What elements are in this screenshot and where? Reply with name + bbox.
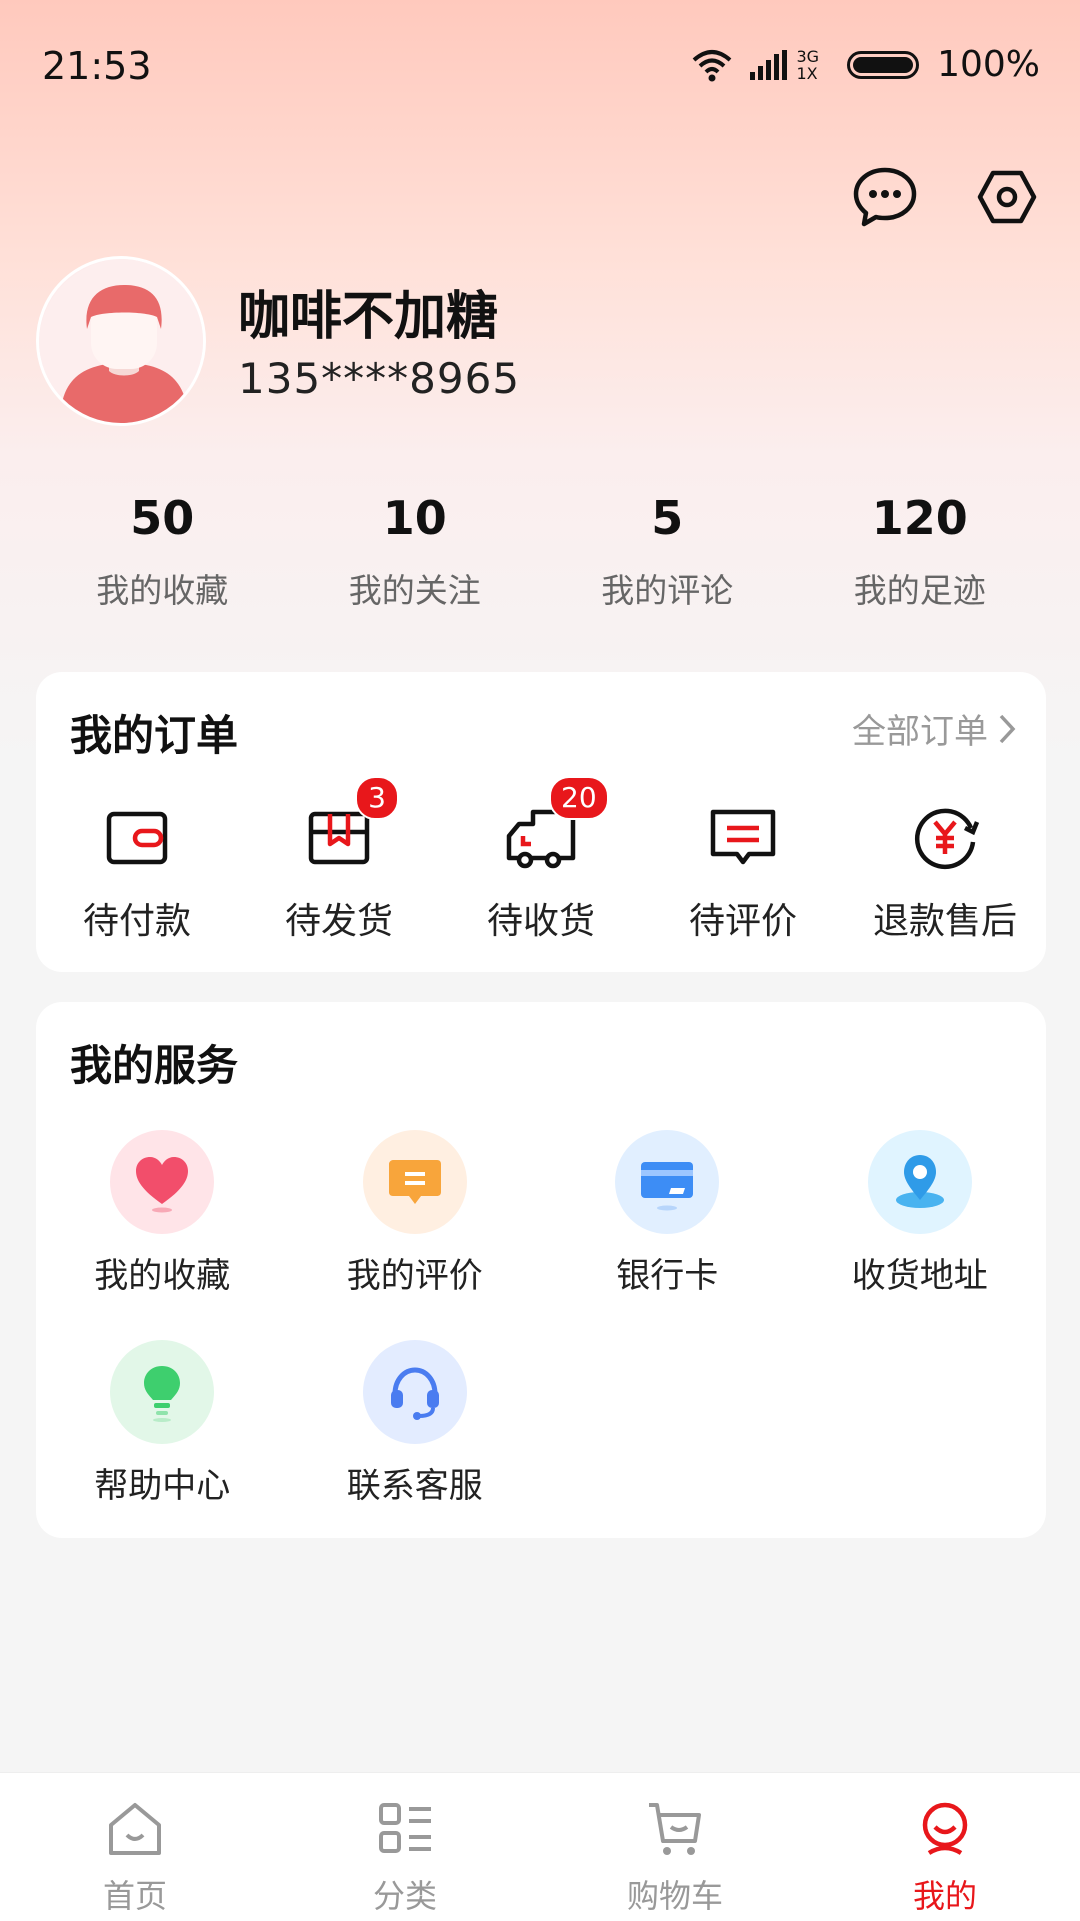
stat-following[interactable]: 10 我的关注: [289, 488, 542, 612]
header-actions: [848, 160, 1044, 234]
stat-favorites[interactable]: 50 我的收藏: [36, 488, 289, 612]
services-grid: 我的收藏 我的评价 银行卡 收货地址 帮助中心 联系客服: [36, 1130, 1046, 1550]
shopping-cart-icon: [649, 1803, 701, 1855]
battery-percent: 100%: [937, 44, 1040, 85]
battery-icon: [847, 50, 920, 79]
tab-mine[interactable]: 我的: [810, 1773, 1080, 1921]
stat-comments[interactable]: 5 我的评论: [541, 488, 794, 612]
service-bank-card[interactable]: 银行卡: [541, 1130, 794, 1340]
user-smile-icon: [922, 1802, 968, 1855]
service-label: 帮助中心: [94, 1466, 231, 1506]
stat-label: 我的评论: [601, 571, 734, 610]
location-pin-icon: [895, 1155, 944, 1208]
user-avatar-icon: [39, 259, 203, 423]
tab-label: 我的: [912, 1877, 977, 1915]
service-label: 我的评价: [346, 1256, 483, 1296]
stat-label: 我的足迹: [853, 571, 986, 610]
stat-footprints[interactable]: 120 我的足迹: [794, 488, 1047, 612]
network-type: 3G 1X: [797, 48, 820, 82]
headset-icon: [390, 1367, 439, 1420]
stat-label: 我的关注: [348, 571, 481, 610]
chevron-right-icon: [999, 714, 1016, 743]
status-indicators: 3G 1X 100%: [692, 44, 1040, 85]
orders-card: 我的订单 全部订单 待付款 3 待发货 20 待收货 待评价 退款售后: [36, 672, 1046, 972]
signal-icon: [749, 49, 787, 80]
stat-value: 120: [871, 491, 968, 545]
avatar[interactable]: [36, 256, 206, 426]
bank-card-icon: [641, 1162, 694, 1211]
service-address[interactable]: 收货地址: [794, 1130, 1047, 1340]
order-pending-receipt[interactable]: 20 待收货: [440, 776, 642, 944]
phone-number: 135****8965: [238, 354, 521, 403]
service-label: 收货地址: [851, 1256, 988, 1296]
tab-label: 分类: [372, 1877, 437, 1915]
tab-cart[interactable]: 购物车: [540, 1773, 810, 1921]
order-label: 待收货: [486, 901, 595, 942]
network-type-secondary: 1X: [796, 63, 818, 83]
tab-home[interactable]: 首页: [0, 1773, 270, 1921]
settings-hex-icon: [977, 170, 1037, 224]
badge: 3: [355, 776, 399, 820]
wifi-icon: [692, 49, 731, 81]
stat-value: 50: [130, 491, 195, 545]
status-time: 21:53: [42, 44, 152, 88]
stat-value: 5: [651, 491, 684, 545]
order-label: 待付款: [82, 901, 191, 942]
status-bar: 21:53 3G 1X 100%: [0, 0, 1080, 135]
nickname: 咖啡不加糖: [238, 287, 499, 347]
stats-row: 50 我的收藏 10 我的关注 5 我的评论 120 我的足迹: [36, 488, 1046, 612]
service-favorites[interactable]: 我的收藏: [36, 1130, 289, 1340]
order-pending-payment[interactable]: 待付款: [36, 798, 238, 944]
message-button[interactable]: [848, 160, 922, 234]
service-help-center[interactable]: 帮助中心: [36, 1340, 289, 1550]
order-label: 待评价: [688, 901, 797, 942]
order-label: 退款售后: [872, 901, 1017, 942]
all-orders-link[interactable]: 全部订单: [852, 704, 1016, 753]
service-label: 我的收藏: [94, 1256, 231, 1296]
comment-icon: [388, 1160, 441, 1204]
home-icon: [109, 1803, 161, 1855]
profile-header: 咖啡不加糖 135****8965: [36, 256, 1036, 432]
order-status-row: 待付款 3 待发货 20 待收货 待评价 退款售后: [36, 776, 1046, 944]
review-message-icon: [710, 809, 776, 865]
order-pending-review[interactable]: 待评价: [642, 798, 844, 944]
refund-yuan-icon: [914, 808, 980, 870]
stat-value: 10: [382, 491, 447, 545]
profile-page: 21:53 3G 1X 100% 咖啡不加糖 135****8965 50 我的…: [0, 0, 1080, 1921]
order-pending-shipment[interactable]: 3 待发货: [238, 776, 440, 944]
service-label: 银行卡: [616, 1256, 719, 1296]
tab-label: 首页: [102, 1877, 167, 1915]
services-card: 我的服务 我的收藏 我的评价 银行卡 收货地址 帮助中心 联系客服: [36, 1002, 1046, 1538]
all-orders-label: 全部订单: [852, 712, 988, 752]
tab-label: 购物车: [626, 1877, 723, 1915]
settings-button[interactable]: [970, 160, 1044, 234]
tab-category[interactable]: 分类: [270, 1773, 540, 1921]
wallet-icon: [106, 811, 168, 865]
order-label: 待发货: [284, 901, 393, 942]
services-title: 我的服务: [70, 1041, 239, 1090]
bottom-tab-bar: 首页 分类 购物车 我的: [0, 1772, 1080, 1921]
service-label: 联系客服: [346, 1466, 483, 1506]
service-reviews[interactable]: 我的评价: [289, 1130, 542, 1340]
order-refund[interactable]: 退款售后: [844, 798, 1046, 944]
lightbulb-icon: [144, 1366, 181, 1422]
chat-bubble-icon: [853, 167, 917, 227]
orders-title: 我的订单: [70, 711, 239, 760]
service-customer-support[interactable]: 联系客服: [289, 1340, 542, 1550]
badge: 20: [549, 776, 609, 820]
heart-icon: [136, 1157, 189, 1213]
stat-label: 我的收藏: [96, 571, 229, 610]
category-grid-icon: [379, 1803, 431, 1853]
network-type-primary: 3G: [796, 46, 820, 66]
